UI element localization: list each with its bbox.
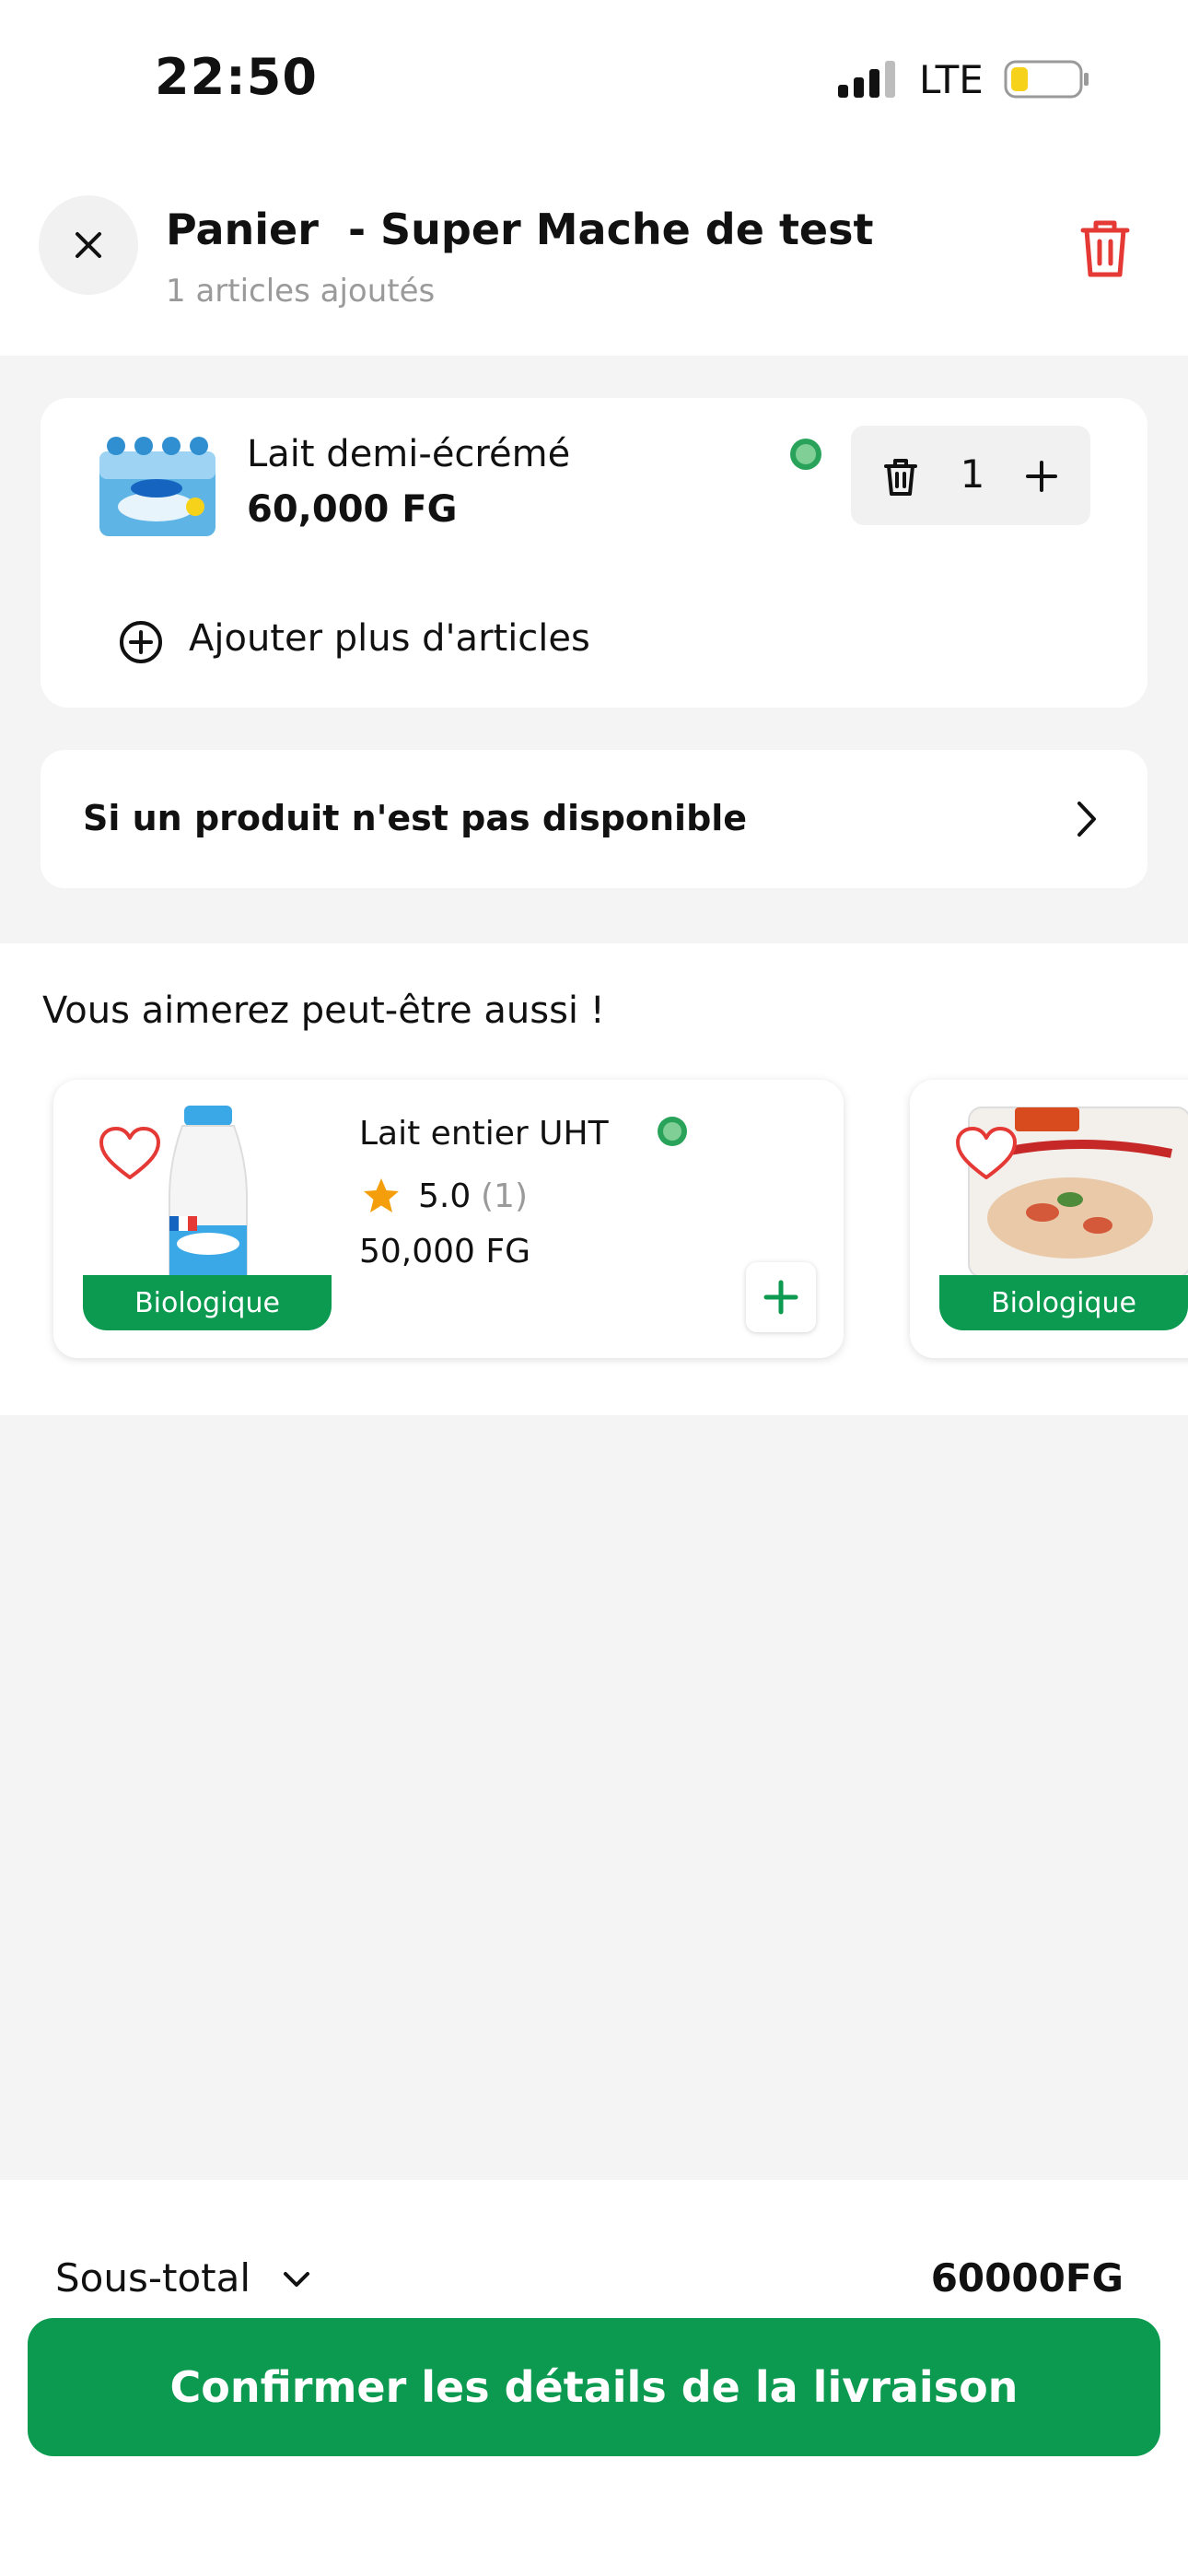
product-image-milk-bottle (169, 1106, 248, 1277)
increase-quantity-plus-icon[interactable] (1019, 453, 1065, 499)
quantity-value: 1 (960, 451, 985, 497)
remove-item-trash-icon[interactable] (879, 455, 923, 499)
items-count: 1 articles ajoutés (166, 273, 436, 310)
close-icon (76, 232, 101, 258)
add-more-items-link[interactable]: Ajouter plus d'articles (189, 617, 590, 660)
plus-icon (763, 1280, 798, 1315)
star-icon (364, 1178, 399, 1212)
organic-badge-icon (658, 1117, 687, 1146)
recommended-product-name: Lait entier UHT (359, 1115, 609, 1153)
recommendations-title: Vous aimerez peut-être aussi ! (42, 989, 605, 1032)
unavailable-product-label: Si un produit n'est pas disponible (83, 798, 748, 838)
cart-item-price: 60,000 FG (247, 488, 458, 531)
page-title: Panier - Super Mache de test (166, 205, 874, 254)
rating-value: 5.0 (418, 1177, 472, 1215)
subtotal-toggle[interactable]: Sous-total (55, 2255, 250, 2301)
confirm-delivery-button[interactable]: Confirmer les détails de la livraison (28, 2318, 1160, 2456)
rating-count: (1) (481, 1177, 528, 1215)
subtotal-value: 60000FG (930, 2255, 1124, 2301)
chevron-right-icon (1077, 802, 1096, 837)
favorite-heart-icon[interactable] (954, 1126, 1019, 1183)
trash-icon[interactable] (1070, 214, 1140, 284)
organic-label: Biologique (939, 1275, 1188, 1330)
signal-icon (838, 61, 895, 98)
close-button[interactable] (39, 195, 138, 295)
favorite-heart-icon[interactable] (98, 1126, 162, 1183)
recommended-product-price: 50,000 FG (359, 1233, 531, 1270)
chevron-down-icon[interactable] (278, 2261, 315, 2298)
cart-item-name: Lait demi-écrémé (247, 433, 571, 475)
product-image-milk-pack (99, 437, 215, 536)
organic-badge-icon (790, 439, 821, 470)
organic-label: Biologique (83, 1275, 332, 1330)
battery-icon (1004, 60, 1089, 99)
add-to-cart-button[interactable] (746, 1262, 816, 1332)
status-time: 22:50 (155, 48, 318, 106)
network-type: LTE (919, 57, 984, 102)
add-circle-icon[interactable] (118, 619, 164, 665)
